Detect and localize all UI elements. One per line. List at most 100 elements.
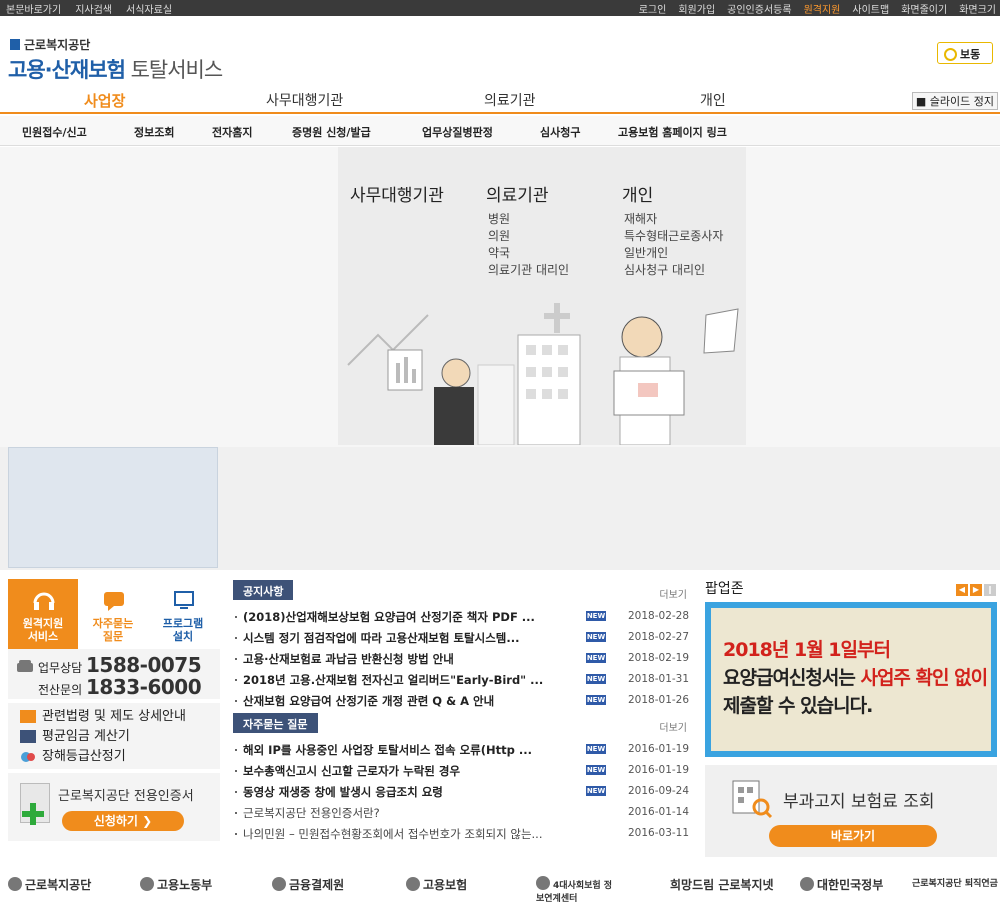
headset-icon: [33, 592, 55, 610]
utility-bar: 본문바로가기 지사검색 서식자료실 로그인 회원가입 공인인증서등록 원격지원 …: [0, 0, 1000, 16]
partner-gov[interactable]: 대한민국정부: [800, 876, 883, 893]
faq-item-date: 2016-01-19: [628, 764, 690, 776]
remote-support-link[interactable]: 원격지원: [804, 1, 841, 16]
medical-agent-link[interactable]: 의료기관 대리인: [488, 262, 569, 279]
signup-link[interactable]: 회원가입: [678, 1, 715, 16]
phone-info: 업무상담 1588-0075 전산문의 1833-6000: [8, 649, 220, 699]
notice-list-item[interactable]: 시스템 정기 점검작업에 따라 고용산재보험 토탈시스템... NEW 2018-0…: [233, 627, 691, 648]
zoom-out-link[interactable]: 화면줄이기: [901, 1, 947, 16]
comwel-logo-icon: [8, 877, 22, 891]
speech-bubble-icon: [104, 592, 124, 611]
book-icon: [20, 710, 36, 723]
agency-illustration: [347, 314, 474, 445]
faq-list-item[interactable]: 동영상 재생중 창에 발생시 응급조치 요령 NEW 2016-09-24: [233, 781, 691, 802]
faq-more-link[interactable]: 더보기: [659, 719, 687, 734]
sub-nav: 민원접수/신고 정보조회 전자홈지 증명원 신청/발급 업무상질병판정 심사청구…: [0, 116, 1000, 146]
personal-special-worker-link[interactable]: 특수형태근로종사자: [624, 228, 723, 245]
medical-clinic-link[interactable]: 의원: [488, 228, 569, 245]
popup-banner[interactable]: 2018년 1월 1일부터 요양급여신청서는 사업주 확인 없이 제출할 수 있…: [705, 602, 997, 757]
forms-library-link[interactable]: 서식자료실: [126, 1, 172, 16]
subnav-civil-filing[interactable]: 민원접수/신고: [22, 124, 87, 140]
voice-assist-button[interactable]: 보동: [937, 42, 993, 64]
subnav-certificate[interactable]: 증명원 신청/발급: [292, 124, 371, 140]
disability-grade-link[interactable]: 장해등급산정기: [20, 747, 220, 767]
faq-list-item[interactable]: 나의민원 – 민원접수현황조회에서 접수번호가 조회되지 않는... 2016-0…: [233, 823, 691, 844]
personal-victim-link[interactable]: 재해자: [624, 211, 723, 228]
faq-tab[interactable]: 자주묻는 질문: [233, 713, 318, 733]
law-guide-link[interactable]: 관련법령 및 제도 상세안내: [20, 707, 220, 727]
faq-list-item[interactable]: 해외 IP를 사용중인 사업장 토탈서비스 접속 오류(Http ... NEW 2…: [233, 739, 691, 760]
moel-logo-icon: [140, 877, 154, 891]
remote-support-button[interactable]: 원격지원 서비스: [8, 579, 78, 649]
branch-search-link[interactable]: 지사검색: [75, 1, 112, 16]
popup-pause-button[interactable]: ‖: [984, 584, 996, 596]
faq-item-title: 동영상 재생중 창에 발생시 응급조치 요령: [243, 785, 443, 799]
medical-pharmacy-link[interactable]: 약국: [488, 245, 569, 262]
faq-list-item[interactable]: 보수총액신고시 신고할 근로자가 누락된 경우 NEW 2016-01-19: [233, 760, 691, 781]
hero-col-agency[interactable]: 사무대행기관: [338, 147, 474, 445]
notice-list-item[interactable]: 2018년 고용.산재보험 전자신고 얼리버드"Early-Bird" ... N…: [233, 669, 691, 690]
notice-tab[interactable]: 공지사항: [233, 580, 294, 600]
popup-prev-button[interactable]: ◀: [956, 584, 968, 596]
notice-item-title: 고용·산재보험료 과납금 반환신청 방법 안내: [243, 652, 454, 666]
popup-next-button[interactable]: ▶: [970, 584, 982, 596]
subnav-e-notice[interactable]: 전자홈지: [212, 124, 252, 140]
kftc-logo-icon: [272, 877, 286, 891]
faq-item-date: 2016-03-11: [628, 827, 690, 839]
partner-comwel[interactable]: 근로복지공단: [8, 876, 91, 893]
faq-button[interactable]: 자주묻는 질문: [78, 579, 148, 649]
faq-list-item[interactable]: 근로복지공단 전용인증서란? 2016-01-14: [233, 802, 691, 823]
quick-links: 관련법령 및 제도 상세안내 평균임금 계산기 장해등급산정기: [8, 703, 220, 769]
avg-wage-calculator-link[interactable]: 평균임금 계산기: [20, 727, 220, 747]
notice-board: 공지사항 더보기 (2018)산업재해보상보험 요양급여 산정기준 책자 PDF…: [233, 580, 691, 844]
zoom-link[interactable]: 화면크기: [959, 1, 996, 16]
slide-stop-button[interactable]: ■ 슬라이드 정지: [911, 92, 998, 110]
medical-hospital-link[interactable]: 병원: [488, 211, 569, 228]
login-link[interactable]: 로그인: [639, 1, 667, 16]
subnav-info-lookup[interactable]: 정보조회: [134, 124, 174, 140]
fee-lookup-button[interactable]: 바로가기: [769, 825, 937, 847]
subnav-appeal[interactable]: 심사청구: [540, 124, 580, 140]
site-header: 근로복지공단 고용·산재보험 토탈서비스 보동: [0, 16, 1000, 86]
personal-appeal-agent-link[interactable]: 심사청구 대리인: [624, 262, 723, 279]
hero-col-medical[interactable]: 의료기관 병원 의원 약국 의료기관 대리인: [474, 147, 610, 445]
partner-ei[interactable]: 고용보험: [406, 876, 467, 893]
notice-list-item[interactable]: (2018)산업재해보상보험 요양급여 산정기준 책자 PDF ... NEW 20…: [233, 606, 691, 627]
new-badge: NEW: [586, 611, 606, 621]
apply-certificate-button[interactable]: 신청하기 ❯: [62, 811, 184, 831]
grade-icon: [21, 752, 35, 762]
subnav-employment-link[interactable]: 고용보험 홈페이지 링크: [618, 124, 727, 140]
phone-icon: [17, 660, 33, 672]
program-install-button[interactable]: 프로그램 설치: [148, 579, 218, 649]
personal-general-link[interactable]: 일반개인: [624, 245, 723, 262]
logo-mark-icon: [10, 39, 20, 50]
partner-pension[interactable]: 근로복지공단 퇴직연금: [912, 876, 998, 889]
faq-list: 해외 IP를 사용중인 사업장 토탈서비스 접속 오류(Http ... NEW 2…: [233, 739, 691, 844]
partner-moel[interactable]: 고용노동부: [140, 876, 212, 893]
tab-workplace[interactable]: 사업장: [84, 90, 125, 111]
new-badge: NEW: [586, 632, 606, 642]
skip-to-content-link[interactable]: 본문바로가기: [6, 1, 61, 16]
tab-medical[interactable]: 의료기관: [484, 90, 536, 110]
tab-agency[interactable]: 사무대행기관: [266, 90, 343, 110]
hero-col-personal[interactable]: 개인 재해자 특수형태근로종사자 일반개인 심사청구 대리인: [610, 147, 746, 445]
cert-register-link[interactable]: 공인인증서등록: [727, 1, 791, 16]
partner-4insure[interactable]: 4대사회보험 정보연계센터: [536, 876, 616, 904]
notice-more-link[interactable]: 더보기: [659, 586, 687, 601]
subnav-disease-judgment[interactable]: 업무상질병판정: [422, 124, 493, 140]
notice-item-date: 2018-02-28: [628, 610, 690, 622]
sitemap-link[interactable]: 사이트맵: [852, 1, 889, 16]
org-logo[interactable]: 근로복지공단: [10, 36, 90, 53]
popup-zone: 팝업존 ◀ ▶ ‖ 2018년 1월 1일부터 요양급여신청서는 사업주 확인 …: [705, 578, 1000, 857]
site-title[interactable]: 고용·산재보험 토탈서비스: [8, 54, 223, 84]
banner-thumbnail[interactable]: [8, 447, 218, 568]
gov-logo-icon: [800, 877, 814, 891]
partner-worker-net[interactable]: 희망드림 근로복지넷: [670, 876, 774, 893]
partner-kftc[interactable]: 금융결제원: [272, 876, 344, 893]
faq-item-title: 해외 IP를 사용중인 사업장 토탈서비스 접속 오류(Http ...: [243, 743, 532, 757]
notice-list-item[interactable]: 산재보험 요양급여 산정기준 개정 관련 Q & A 안내 NEW 2018-01-…: [233, 690, 691, 711]
tab-personal[interactable]: 개인: [700, 90, 726, 110]
notice-list-item[interactable]: 고용·산재보험료 과납금 반환신청 방법 안내 NEW 2018-02-19: [233, 648, 691, 669]
faq-item-title: 근로복지공단 전용인증서란?: [243, 806, 380, 820]
faq-item-date: 2016-09-24: [628, 785, 690, 797]
